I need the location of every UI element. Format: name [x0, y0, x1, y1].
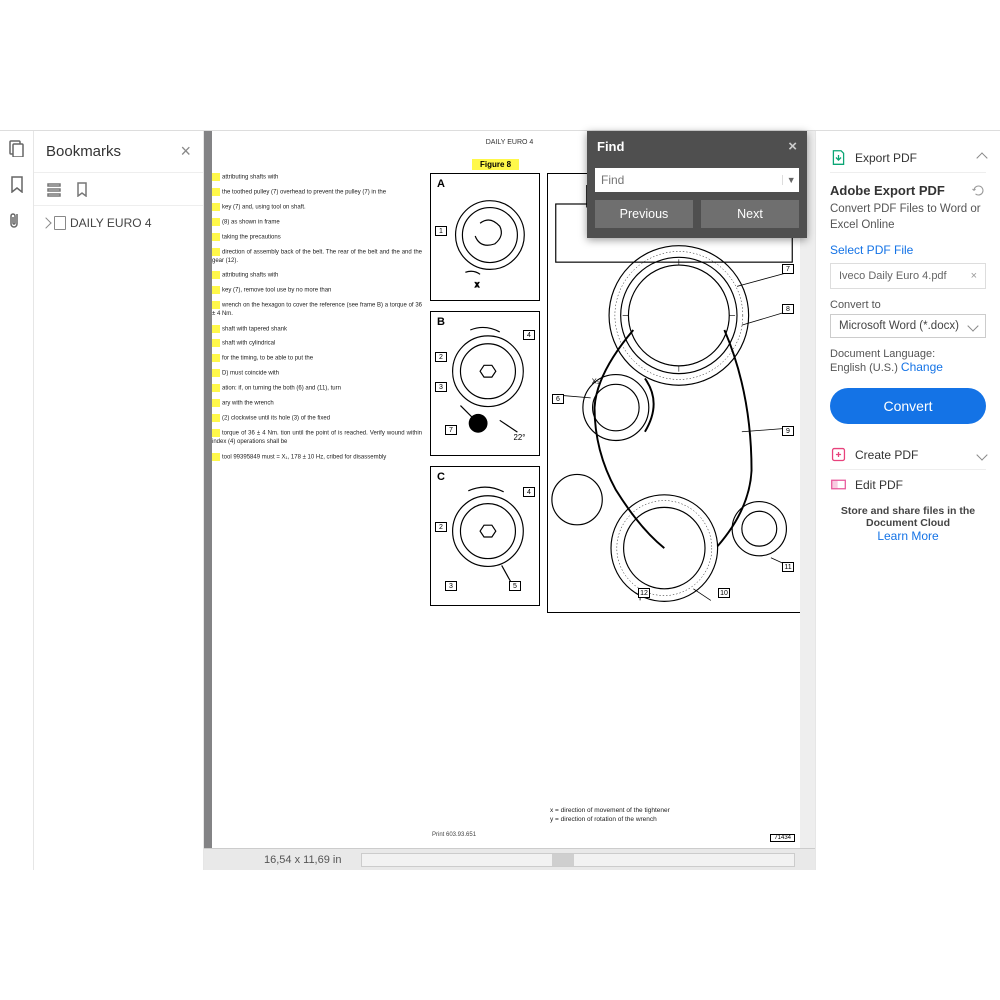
status-bar: 16,54 x 11,69 in — [204, 848, 815, 870]
find-options-icon[interactable]: ▼ — [782, 175, 799, 185]
tools-panel: Export PDF Adobe Export PDF Convert PDF … — [815, 131, 1000, 870]
export-pdf-tool[interactable]: Export PDF — [830, 143, 986, 173]
format-select[interactable]: Microsoft Word (*.docx) — [830, 314, 986, 338]
learn-more-link[interactable]: Learn More — [877, 529, 938, 543]
document-viewport: DAILY EURO 4 Figure 8 attributing shafts… — [204, 131, 815, 870]
pdf-page: DAILY EURO 4 Figure 8 attributing shafts… — [212, 131, 807, 848]
remove-file-icon[interactable]: × — [971, 270, 977, 282]
bookmark-icon[interactable] — [8, 175, 26, 193]
diagram-b: B 2 3 7 4 22° — [430, 311, 540, 456]
refresh-icon[interactable] — [971, 183, 986, 198]
vertical-scrollbar[interactable] — [800, 131, 815, 848]
bm-list-icon[interactable] — [46, 181, 62, 197]
diagram-c: C 2 3 4 5 — [430, 466, 540, 606]
bm-ribbon-icon[interactable] — [74, 181, 90, 197]
document-language: Document Language:English (U.S.) Change — [830, 348, 986, 374]
change-language-link[interactable]: Change — [901, 360, 943, 374]
attachment-icon[interactable] — [8, 211, 26, 229]
page-body-text: attributing shafts with the toothed pull… — [212, 173, 422, 468]
diagram-caption: x = direction of movement of the tighten… — [550, 807, 670, 824]
edit-pdf-tool[interactable]: Edit PDF — [830, 470, 986, 499]
find-close-icon[interactable]: × — [788, 138, 797, 155]
select-file-link[interactable]: Select PDF File — [830, 243, 986, 257]
svg-text:x: x — [475, 280, 479, 289]
bookmark-item[interactable]: DAILY EURO 4 — [34, 206, 203, 240]
page-icon — [54, 216, 66, 230]
find-input[interactable] — [595, 168, 782, 192]
cloud-promo: Store and share files in the Document Cl… — [830, 505, 986, 543]
find-previous-button[interactable]: Previous — [595, 200, 693, 228]
left-icon-rail — [0, 131, 34, 870]
bookmarks-close-icon[interactable]: × — [180, 141, 191, 162]
bookmarks-panel: Bookmarks × DAILY EURO 4 — [34, 131, 204, 870]
chevron-down-icon — [967, 320, 978, 331]
horizontal-scrollbar[interactable] — [361, 853, 795, 867]
diagram-a: A 1 x — [430, 173, 540, 301]
svg-text:22°: 22° — [513, 433, 525, 442]
main-engine-diagram: 7 8 9 11 10 12 6 — [547, 173, 801, 613]
page-dimensions: 16,54 x 11,69 in — [264, 854, 341, 866]
find-dialog: Find× ▼ Previous Next — [587, 131, 807, 238]
chevron-down-icon — [976, 449, 987, 460]
create-pdf-tool[interactable]: Create PDF — [830, 440, 986, 470]
chevron-up-icon — [976, 152, 987, 163]
find-next-button[interactable]: Next — [701, 200, 799, 228]
svg-text:X₁: X₁ — [592, 376, 600, 385]
pages-icon[interactable] — [8, 139, 26, 157]
chevron-right-icon — [40, 217, 51, 228]
bookmarks-title: Bookmarks — [46, 143, 121, 160]
convert-button[interactable]: Convert — [830, 388, 986, 424]
figure-label: Figure 8 — [472, 159, 519, 170]
selected-file[interactable]: Iveco Daily Euro 4.pdf× — [830, 263, 986, 289]
